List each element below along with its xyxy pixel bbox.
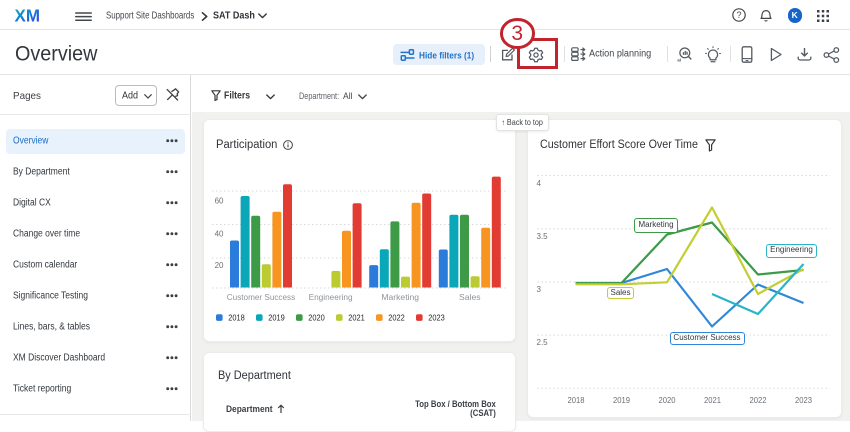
svg-text:4: 4 [536,179,541,188]
svg-text:2020: 2020 [658,396,676,405]
svg-text:2018: 2018 [228,313,245,322]
svg-text:2022: 2022 [749,396,767,405]
svg-text:ai: ai [677,57,681,62]
svg-text:?: ? [736,10,741,20]
svg-text:2023: 2023 [428,313,445,322]
svg-text:XM: XM [15,6,41,26]
svg-text:2019: 2019 [613,396,631,405]
svg-text:3.5: 3.5 [536,232,548,241]
svg-text:40: 40 [215,229,224,238]
svg-text:Sales: Sales [459,293,481,302]
svg-text:60: 60 [215,196,224,205]
svg-text:Marketing: Marketing [381,293,419,302]
svg-text:2021: 2021 [704,396,722,405]
svg-text:2020: 2020 [308,313,325,322]
svg-text:2018: 2018 [567,396,585,405]
svg-text:20: 20 [215,261,224,270]
svg-text:2.5: 2.5 [536,338,548,347]
svg-text:2023: 2023 [795,396,813,405]
svg-text:3: 3 [536,285,541,294]
svg-text:2019: 2019 [268,313,285,322]
svg-text:2022: 2022 [388,313,405,322]
svg-text:2021: 2021 [348,313,365,322]
svg-text:Customer Success: Customer Success [227,293,295,302]
svg-text:Engineering: Engineering [309,293,353,302]
